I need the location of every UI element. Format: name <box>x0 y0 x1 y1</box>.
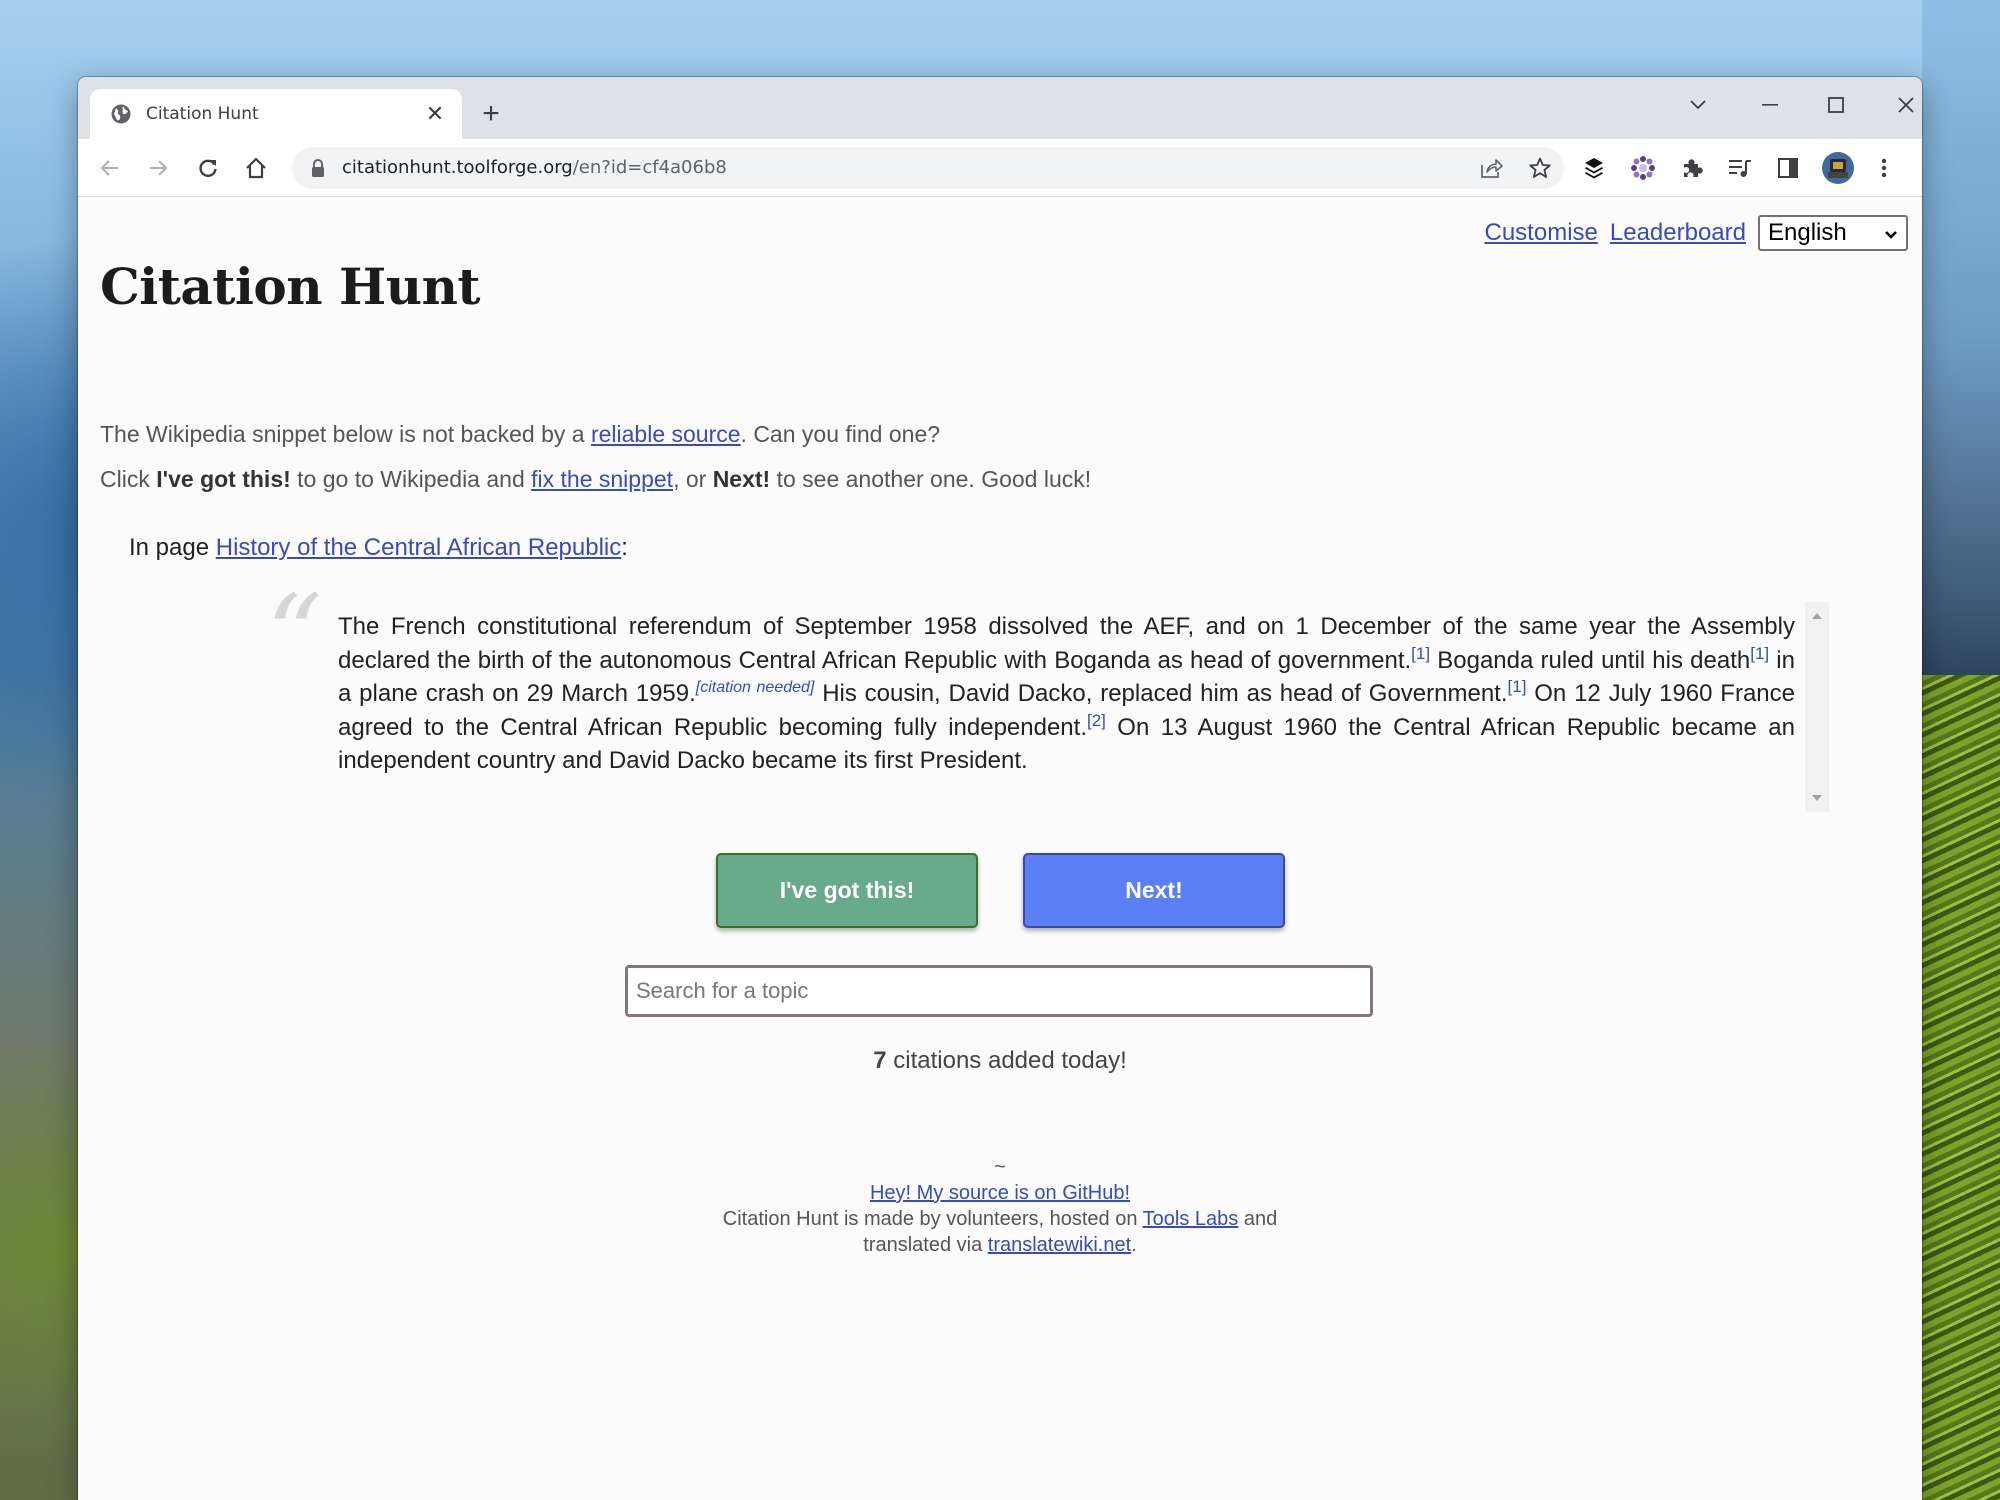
address-bar[interactable]: citationhunt.toolforge.org/en?id=cf4a06b… <box>292 147 1564 189</box>
star-icon[interactable] <box>1524 152 1556 184</box>
minimize-icon[interactable] <box>1750 89 1790 121</box>
translatewiki-link[interactable]: translatewiki.net <box>988 1234 1131 1256</box>
url-text[interactable]: citationhunt.toolforge.org/en?id=cf4a06b… <box>342 157 727 178</box>
intro-text: . Can you find one? <box>740 421 941 447</box>
footer-separator: ~ <box>994 1156 1006 1178</box>
reference-link[interactable]: [2] <box>1087 711 1106 730</box>
scroll-down-arrow-icon[interactable] <box>1812 795 1822 801</box>
intro-text: to go to Wikipedia and <box>290 466 532 492</box>
footer-text: . <box>1131 1234 1137 1256</box>
side-panel-icon[interactable] <box>1772 152 1804 184</box>
share-icon[interactable] <box>1475 152 1507 184</box>
scroll-up-arrow-icon[interactable] <box>1812 613 1822 619</box>
tab-title: Citation Hunt <box>146 104 259 124</box>
close-icon[interactable] <box>1886 89 1922 121</box>
citations-count: 7 citations added today! <box>78 1047 1922 1075</box>
language-select-value: English <box>1768 219 1847 246</box>
web-page: Customise Leaderboard English Citation H… <box>78 197 1922 1500</box>
citation-needed-tag[interactable]: [citation needed] <box>696 679 815 696</box>
next-button[interactable]: Next! <box>1023 853 1285 928</box>
snippet-scrollbar[interactable] <box>1805 602 1829 812</box>
top-links: Customise Leaderboard English <box>1473 215 1908 251</box>
globe-icon <box>110 103 132 125</box>
desktop-wallpaper-right <box>1922 0 2000 675</box>
intro-line-1: The Wikipedia snippet below is not backe… <box>100 421 940 448</box>
snippet-box: “ The French constitutional referendum o… <box>258 580 1829 812</box>
puzzle-extensions-icon[interactable] <box>1676 152 1708 184</box>
intro-text: , or <box>673 466 713 492</box>
customise-link[interactable]: Customise <box>1485 219 1598 247</box>
new-tab-button[interactable]: + <box>475 99 507 131</box>
tools-labs-link[interactable]: Tools Labs <box>1143 1208 1239 1230</box>
desktop-wallpaper-moss <box>1922 675 2000 1500</box>
quote-mark-icon: “ <box>266 571 323 699</box>
citations-count-label: citations added today! <box>886 1047 1127 1074</box>
url-domain: citationhunt.toolforge.org <box>342 157 573 178</box>
home-icon[interactable] <box>240 152 272 184</box>
media-queue-icon[interactable] <box>1724 152 1756 184</box>
snippet-sentence: Boganda ruled until his death <box>1430 646 1751 674</box>
intro-text: Click <box>100 466 157 492</box>
footer-text: Citation Hunt is made by volunteers, hos… <box>722 1208 1143 1230</box>
in-page-suffix: : <box>621 534 628 561</box>
tab-strip: Citation Hunt ✕ + <box>78 77 1922 139</box>
reference-link[interactable]: [1] <box>1411 644 1430 663</box>
search-placeholder: Search for a topic <box>636 978 809 1003</box>
intro-line-2: Click I've got this! to go to Wikipedia … <box>100 466 1091 493</box>
fix-snippet-link[interactable]: fix the snippet <box>531 466 673 492</box>
footer: ~ Hey! My source is on GitHub! Citation … <box>78 1154 1922 1258</box>
chevron-down-icon <box>1884 219 1898 247</box>
browser-toolbar: citationhunt.toolforge.org/en?id=cf4a06b… <box>78 139 1922 197</box>
article-link[interactable]: History of the Central African Republic <box>216 534 622 561</box>
profile-avatar[interactable] <box>1820 150 1856 186</box>
lock-icon[interactable] <box>310 159 326 177</box>
intro-text: The Wikipedia snippet below is not backe… <box>100 421 591 447</box>
snippet-sentence: His cousin, David Dacko, replaced him as… <box>814 680 1508 707</box>
github-link[interactable]: Hey! My source is on GitHub! <box>870 1182 1130 1204</box>
leaderboard-link[interactable]: Leaderboard <box>1610 219 1746 247</box>
language-select[interactable]: English <box>1758 215 1908 251</box>
menu-kebab-icon[interactable] <box>1868 152 1900 184</box>
flower-extension-icon[interactable] <box>1627 152 1659 184</box>
forward-icon[interactable] <box>142 152 174 184</box>
ive-got-this-button[interactable]: I've got this! <box>716 853 978 928</box>
reference-link[interactable]: [1] <box>1508 677 1527 696</box>
intro-text: to see another one. Good luck! <box>770 466 1092 492</box>
tab-close-icon[interactable]: ✕ <box>422 103 448 125</box>
intro-bold-next: Next! <box>712 466 771 492</box>
page-title: Citation Hunt <box>100 257 481 316</box>
back-icon[interactable] <box>94 152 126 184</box>
in-page-prefix: In page <box>129 534 216 561</box>
layers-extension-icon[interactable] <box>1578 152 1610 184</box>
snippet-text: The French constitutional referendum of … <box>338 610 1795 778</box>
url-path: /en?id=cf4a06b8 <box>572 157 727 178</box>
tab-search-icon[interactable] <box>1678 89 1718 121</box>
citations-count-number: 7 <box>873 1047 887 1074</box>
footer-text: and <box>1238 1208 1278 1230</box>
reliable-source-link[interactable]: reliable source <box>591 421 741 447</box>
tab-citation-hunt[interactable]: Citation Hunt ✕ <box>90 89 462 139</box>
in-page-label: In page History of the Central African R… <box>129 534 628 562</box>
reload-icon[interactable] <box>192 152 224 184</box>
search-input[interactable]: Search for a topic <box>625 965 1373 1017</box>
footer-text: translated via <box>863 1234 988 1256</box>
intro-bold-got-this: I've got this! <box>156 466 291 492</box>
reference-link[interactable]: [1] <box>1750 644 1769 663</box>
browser-window: Citation Hunt ✕ + citationhunt.toolforge… <box>78 77 1922 1500</box>
maximize-icon[interactable] <box>1816 89 1856 121</box>
